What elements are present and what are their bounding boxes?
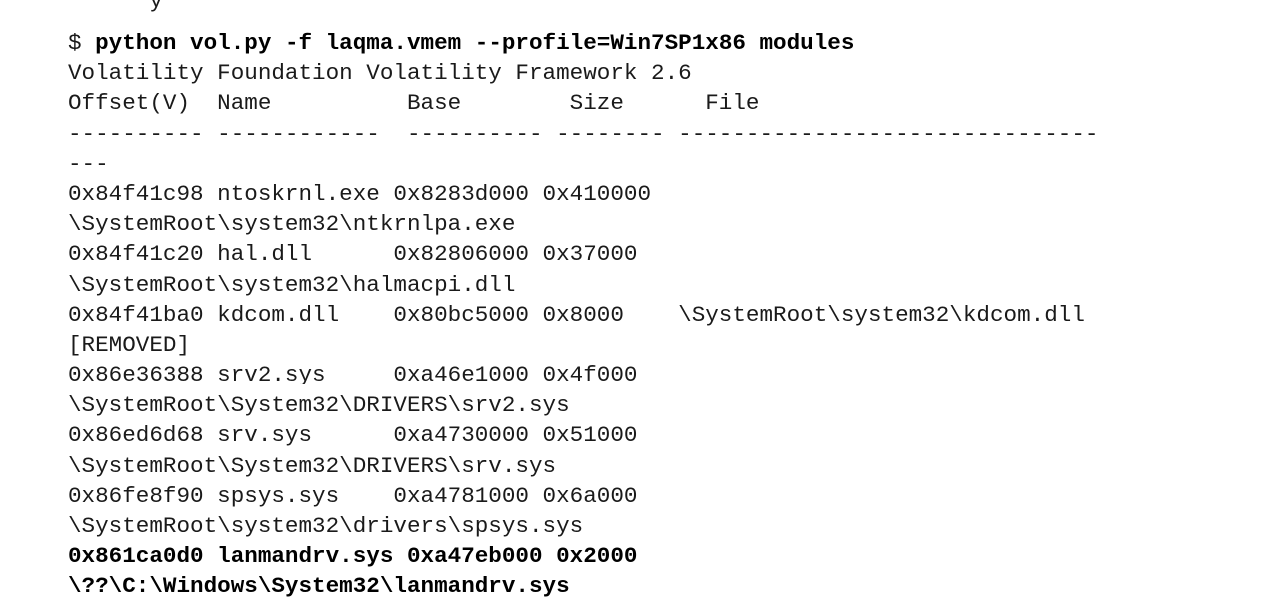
module-row: 0x84f41c20 hal.dll 0x82806000 0x37000 (68, 241, 638, 268)
table-header: Offset(V) Name Base Size File (68, 90, 760, 117)
module-row: 0x86fe8f90 spsys.sys 0xa4781000 0x6a000 (68, 482, 638, 509)
module-row-clipped: 0x86e36388 srv2.sys 0xa46e1000 0x4f000 (68, 362, 638, 385)
module-row: 0x84f41c98 ntoskrnl.exe 0x8283d000 0x410… (68, 180, 652, 207)
module-row: 0x84f41ba0 kdcom.dll 0x80bc5000 0x8000 \… (68, 301, 1085, 328)
module-path: \SystemRoot\system32\drivers\spsys.sys (68, 513, 584, 539)
module-path: \SystemRoot\System32\DRIVERS\srv2.sys (68, 392, 570, 419)
terminal-output: $ python vol.py -f laqma.vmem --profile=… (68, 28, 1098, 602)
suspicious-module-row: 0x861ca0d0 lanmandrv.sys 0xa47eb000 0x20… (68, 543, 638, 570)
document-page: y $ python vol.py -f laqma.vmem --profil… (0, 0, 1266, 602)
module-row: 0x86ed6d68 srv.sys 0xa4730000 0x51000 (68, 422, 638, 449)
module-path: \SystemRoot\System32\DRIVERS\srv.sys (68, 452, 557, 479)
shell-prompt: $ (68, 30, 96, 56)
partial-previous-line: y (68, 0, 163, 14)
module-path: \SystemRoot\system32\halmacpi.dll (68, 271, 516, 298)
module-path: \SystemRoot\system32\ntkrnlpa.exe (68, 211, 516, 238)
suspicious-module-path: \??\C:\Windows\System32\lanmandrv.sys (68, 573, 570, 600)
banner-line: Volatility Foundation Volatility Framewo… (68, 60, 692, 87)
command-text: python vol.py -f laqma.vmem --profile=Wi… (95, 30, 855, 56)
header-separator: ---------- ------------ ---------- -----… (68, 120, 1099, 147)
header-separator-wrap: --- (68, 150, 109, 177)
command-line: $ python vol.py -f laqma.vmem --profile=… (68, 28, 1098, 58)
removed-marker: [REMOVED] (68, 331, 191, 358)
